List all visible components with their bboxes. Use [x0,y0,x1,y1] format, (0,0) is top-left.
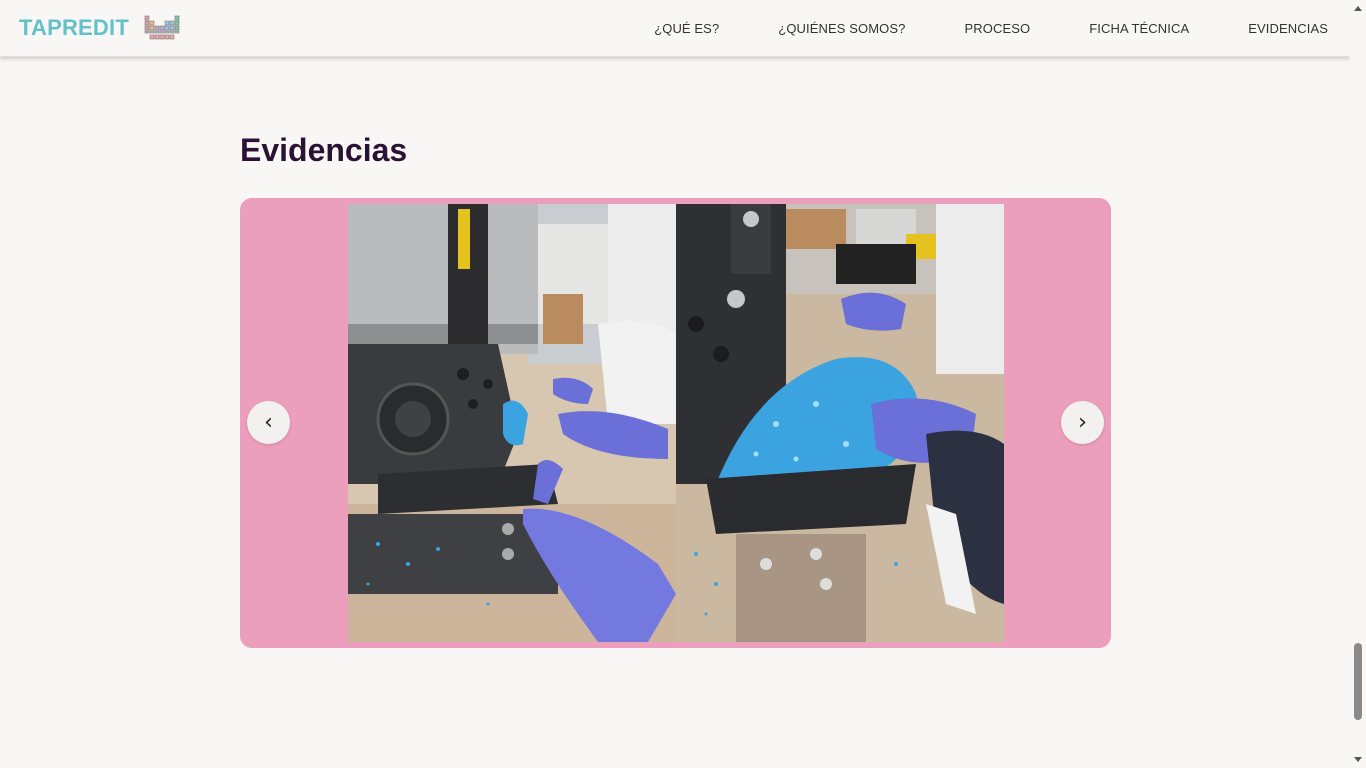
nav-quienes-somos[interactable]: ¿QUIÉNES SOMOS? [778,21,905,36]
evidence-carousel: ‹ › [240,198,1111,648]
brand[interactable]: TAPREDIT [19,14,180,42]
page-scrollbar[interactable] [1350,0,1366,768]
nav-ficha-tecnica[interactable]: FICHA TÉCNICA [1089,21,1189,36]
blue-plastic-shreds-photo [676,204,1004,642]
carousel-slide [348,204,1004,642]
main-nav: ¿QUÉ ES? ¿QUIÉNES SOMOS? PROCESO FICHA T… [654,0,1328,57]
carousel-next-button[interactable]: › [1061,401,1104,444]
carousel-prev-button[interactable]: ‹ [247,401,290,444]
nav-que-es[interactable]: ¿QUÉ ES? [654,21,719,36]
scrollbar-thumb[interactable] [1354,643,1362,720]
brand-name: TAPREDIT [19,15,129,40]
periodic-table-icon [144,15,180,40]
scroll-down-icon[interactable] [1354,757,1362,762]
shredder-machine-photo [348,204,676,642]
nav-proceso[interactable]: PROCESO [965,21,1031,36]
section-title: Evidencias [240,132,408,168]
scroll-up-icon[interactable] [1354,6,1362,11]
site-header: TAPREDIT ¿QUÉ ES? ¿QUIÉNES SOMOS? PROCES… [0,0,1350,57]
nav-evidencias[interactable]: EVIDENCIAS [1248,21,1328,36]
